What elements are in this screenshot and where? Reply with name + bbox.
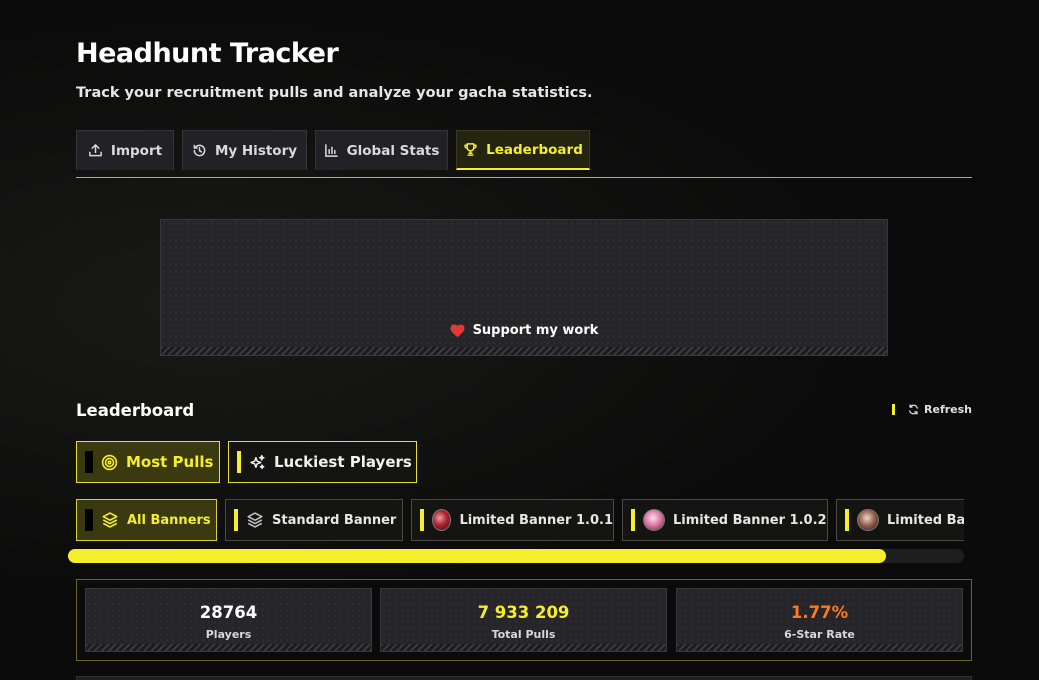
tab-bar: Import My History Global Stats Leaderboa… (76, 130, 972, 170)
bar-chart-icon (324, 144, 338, 157)
stat-total-pulls-value: 7 933 209 (477, 603, 570, 622)
stat-total-pulls: 7 933 209 Total Pulls (380, 588, 667, 652)
tab-my-history-label: My History (214, 142, 298, 159)
stat-six-star-rate: 1.77% 6-Star Rate (676, 588, 963, 652)
card-hatch-decoration (161, 347, 887, 355)
support-link[interactable]: Support my work (161, 323, 887, 338)
stat-six-star-rate-value: 1.77% (790, 603, 849, 622)
leaderboard-title: Leaderboard (76, 401, 195, 420)
tab-leaderboard[interactable]: Leaderboard (456, 130, 590, 170)
tab-global-stats-label: Global Stats (346, 142, 440, 159)
mode-luckiest-players-button[interactable]: Luckiest Players (228, 441, 417, 483)
banner-scrollbar-thumb[interactable] (68, 549, 886, 563)
banner-limited-next-label: Limited Ba (887, 512, 964, 528)
support-card: Support my work (160, 219, 888, 356)
character-avatar (431, 509, 452, 531)
stat-six-star-rate-label: 6-Star Rate (784, 628, 855, 641)
page-subtitle: Track your recruitment pulls and analyze… (76, 85, 593, 101)
character-avatar (857, 509, 879, 531)
banner-limited-1-0-2-button[interactable]: Limited Banner 1.0.2 (622, 499, 828, 541)
history-icon (193, 144, 206, 157)
banner-limited-1-0-1-label: Limited Banner 1.0.1 (459, 512, 613, 528)
banner-all-label: All Banners (127, 512, 211, 528)
tab-leaderboard-label: Leaderboard (486, 141, 583, 158)
layers-icon (247, 512, 263, 528)
accent-marker (892, 404, 896, 415)
card-hatch-decoration (381, 644, 666, 651)
accent-marker (420, 509, 424, 531)
banner-standard-button[interactable]: Standard Banner (225, 499, 403, 541)
stat-players-value: 28764 (199, 603, 258, 622)
banner-limited-1-0-1-button[interactable]: Limited Banner 1.0.1 (411, 499, 614, 541)
banner-filter-strip: All Banners Standard Banner Limited Bann… (76, 499, 964, 541)
banner-all-button[interactable]: All Banners (76, 499, 217, 541)
banner-limited-1-0-2-label: Limited Banner 1.0.2 (673, 512, 827, 528)
card-hatch-decoration (677, 644, 962, 651)
mode-luckiest-players-label: Luckiest Players (274, 453, 412, 471)
character-avatar (643, 509, 665, 531)
selected-marker (85, 509, 93, 531)
tab-global-stats[interactable]: Global Stats (315, 130, 448, 170)
mode-most-pulls-button[interactable]: Most Pulls (76, 441, 220, 483)
card-hatch-decoration (86, 644, 371, 651)
trophy-icon (464, 143, 477, 156)
tab-underline (76, 177, 972, 178)
selected-marker (85, 451, 93, 473)
stat-total-pulls-label: Total Pulls (491, 628, 556, 641)
layers-icon (102, 512, 118, 528)
accent-marker (845, 509, 849, 531)
accent-marker (234, 509, 238, 531)
accent-marker (237, 451, 241, 473)
stat-players: 28764 Players (85, 588, 372, 652)
leaderboard-table-card (76, 676, 972, 680)
accent-marker (631, 509, 635, 531)
refresh-icon (909, 404, 918, 415)
tab-import-label: Import (110, 142, 163, 159)
sparkles-icon (250, 454, 265, 469)
target-icon (101, 454, 118, 470)
heart-icon (450, 323, 465, 337)
tab-my-history[interactable]: My History (182, 130, 307, 170)
stat-players-label: Players (205, 628, 252, 641)
banner-limited-next-button[interactable]: Limited Ba (836, 499, 964, 541)
mode-most-pulls-label: Most Pulls (126, 453, 214, 471)
refresh-label: Refresh (924, 403, 972, 416)
tab-import[interactable]: Import (76, 130, 174, 170)
upload-icon (89, 144, 102, 157)
refresh-button[interactable]: Refresh (892, 403, 972, 416)
support-label: Support my work (472, 323, 599, 338)
page-title: Headhunt Tracker (76, 38, 339, 69)
banner-standard-label: Standard Banner (272, 512, 397, 528)
stats-panel: 28764 Players 7 933 209 Total Pulls 1.77… (76, 579, 972, 661)
